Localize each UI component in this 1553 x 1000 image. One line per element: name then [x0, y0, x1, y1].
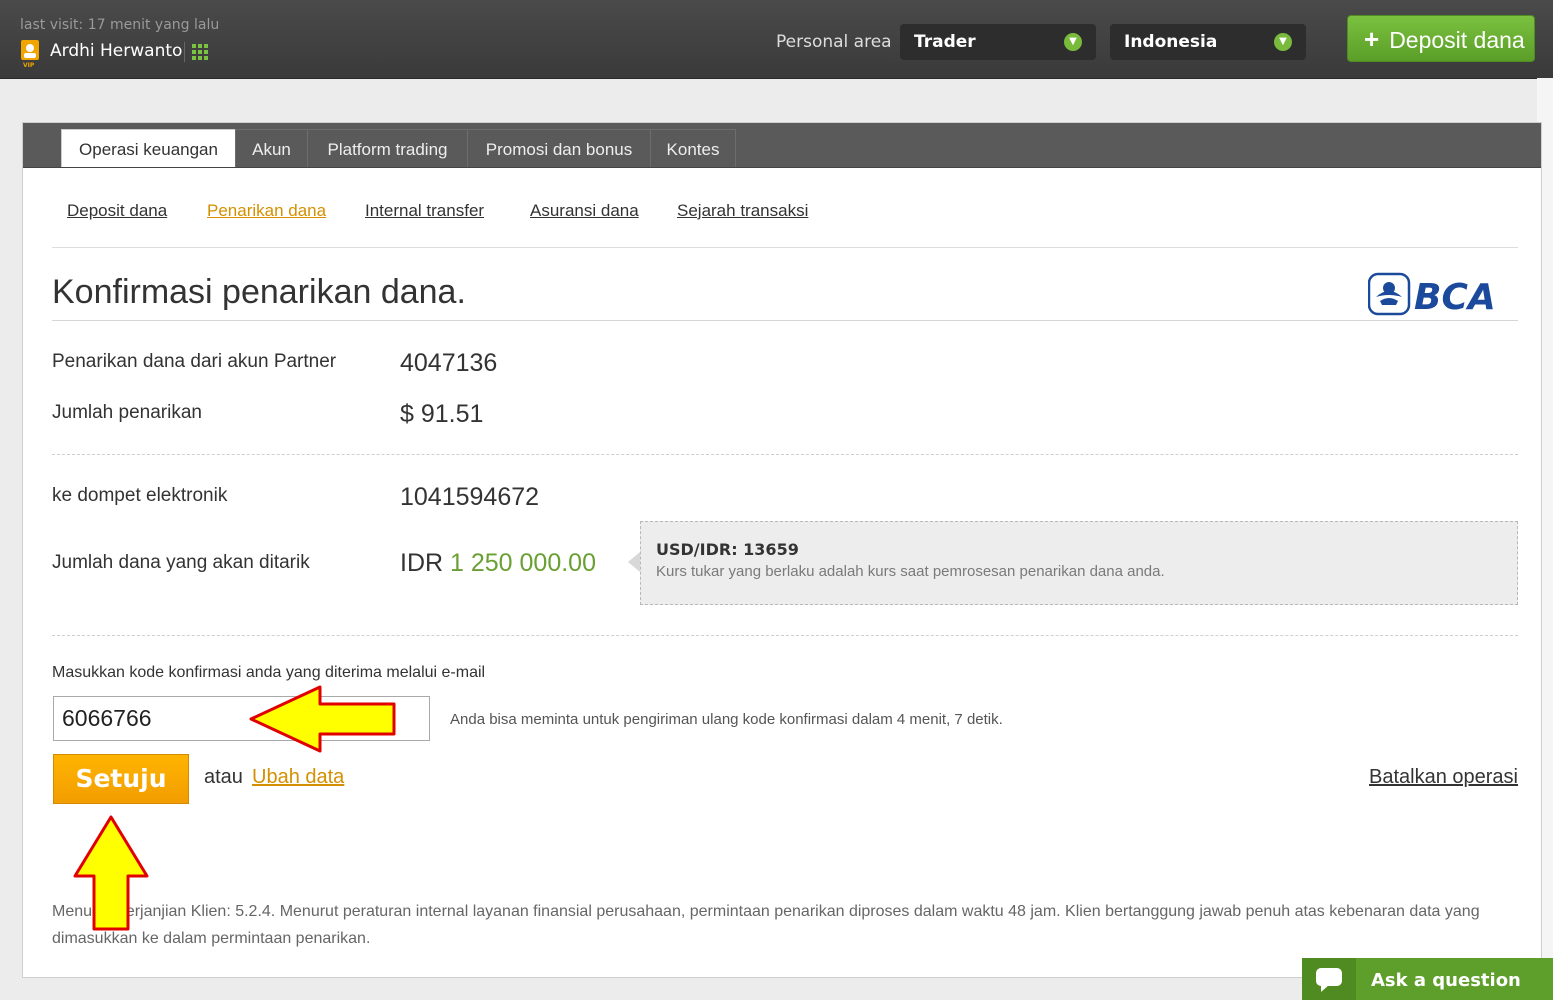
- chevron-down-icon: ▼: [1274, 33, 1292, 51]
- subnav-fund-insurance[interactable]: Asuransi dana: [530, 201, 639, 221]
- subnav-internal-transfer[interactable]: Internal transfer: [365, 201, 484, 221]
- tab-financial-operations[interactable]: Operasi keuangan: [61, 129, 235, 167]
- divider: [52, 247, 1518, 248]
- ask-question-button[interactable]: Ask a question: [1302, 958, 1553, 1000]
- agree-button[interactable]: Setuju: [53, 754, 189, 804]
- bca-bank-logo: BCA: [1368, 272, 1496, 317]
- annotation-arrow-left-icon: [249, 685, 396, 753]
- deposit-button-label: Deposit dana: [1389, 27, 1525, 53]
- subnav-transaction-history[interactable]: Sejarah transaksi: [677, 201, 808, 221]
- divider: [52, 320, 1518, 321]
- ask-question-label: Ask a question: [1371, 970, 1521, 991]
- exchange-rate-info: USD/IDR: 13659 Kurs tukar yang berlaku a…: [628, 521, 1518, 605]
- currency-code: IDR: [400, 549, 444, 577]
- change-data-link[interactable]: Ubah data: [252, 766, 344, 789]
- tab-contests[interactable]: Kontes: [650, 129, 736, 167]
- chat-bubble-area: [1302, 958, 1356, 1000]
- withdraw-amount-value: $ 91.51: [400, 400, 484, 428]
- chevron-down-icon: ▼: [1064, 33, 1082, 51]
- tab-account[interactable]: Akun: [235, 129, 307, 167]
- bca-logo-text: BCA: [1414, 277, 1496, 317]
- divider: [52, 635, 1518, 636]
- tab-promotions[interactable]: Promosi dan bonus: [467, 129, 650, 167]
- plus-icon: +: [1364, 24, 1380, 54]
- ewallet-value: 1041594672: [400, 483, 540, 511]
- country-value: Indonesia: [1124, 32, 1218, 52]
- page-title: Konfirmasi penarikan dana.: [52, 273, 466, 311]
- pointer-arrow: [628, 552, 640, 572]
- country-select[interactable]: Indonesia ▼: [1110, 24, 1306, 60]
- partner-account-label: Penarikan dana dari akun Partner: [52, 351, 337, 372]
- account-type-value: Trader: [914, 32, 976, 52]
- apps-grid-icon[interactable]: [192, 44, 208, 60]
- cancel-operation-link[interactable]: Batalkan operasi: [1369, 766, 1518, 789]
- deposit-button[interactable]: + Deposit dana: [1347, 15, 1535, 62]
- withdraw-amount-label: Jumlah penarikan: [52, 402, 202, 423]
- idr-amount: 1 250 000.00: [450, 549, 596, 577]
- amount-to-withdraw-label: Jumlah dana yang akan ditarik: [52, 552, 310, 573]
- confirmation-code-label: Masukkan kode konfirmasi anda yang diter…: [52, 664, 486, 681]
- partner-account-value: 4047136: [400, 349, 498, 377]
- personal-area-label: Personal area: [776, 32, 892, 52]
- subnav-withdrawal[interactable]: Penarikan dana: [207, 201, 326, 221]
- terms-footnote: Menurut Perjanjian Klien: 5.2.4. Menurut…: [52, 903, 1480, 947]
- ewallet-label: ke dompet elektronik: [52, 485, 228, 506]
- last-visit-text: last visit: 17 menit yang lalu: [20, 17, 220, 33]
- tab-trading-platform[interactable]: Platform trading: [307, 129, 467, 167]
- exchange-rate-description: Kurs tukar yang berlaku adalah kurs saat…: [656, 563, 1165, 580]
- user-name[interactable]: Ardhi Herwanto: [50, 41, 182, 61]
- account-type-select[interactable]: Trader ▼: [900, 24, 1096, 60]
- subnav-deposit[interactable]: Deposit dana: [67, 201, 167, 221]
- main-panel: Operasi keuangan Akun Platform trading P…: [22, 122, 1542, 978]
- divider: [184, 42, 185, 62]
- resend-code-note: Anda bisa meminta untuk pengiriman ulang…: [450, 711, 1003, 728]
- amount-to-withdraw-value: IDR 1 250 000.00: [400, 549, 596, 578]
- or-text: atau: [204, 766, 243, 788]
- divider: [52, 454, 1518, 455]
- chat-bubble-icon: [1316, 968, 1342, 992]
- top-bar: last visit: 17 menit yang lalu VIP Ardhi…: [0, 0, 1553, 79]
- vip-badge-icon: VIP: [21, 40, 39, 68]
- main-tabs: Operasi keuangan Akun Platform trading P…: [23, 123, 1541, 168]
- exchange-rate-title: USD/IDR: 13659: [656, 540, 799, 559]
- annotation-arrow-up-icon: [73, 815, 149, 931]
- svg-text:VIP: VIP: [23, 62, 35, 68]
